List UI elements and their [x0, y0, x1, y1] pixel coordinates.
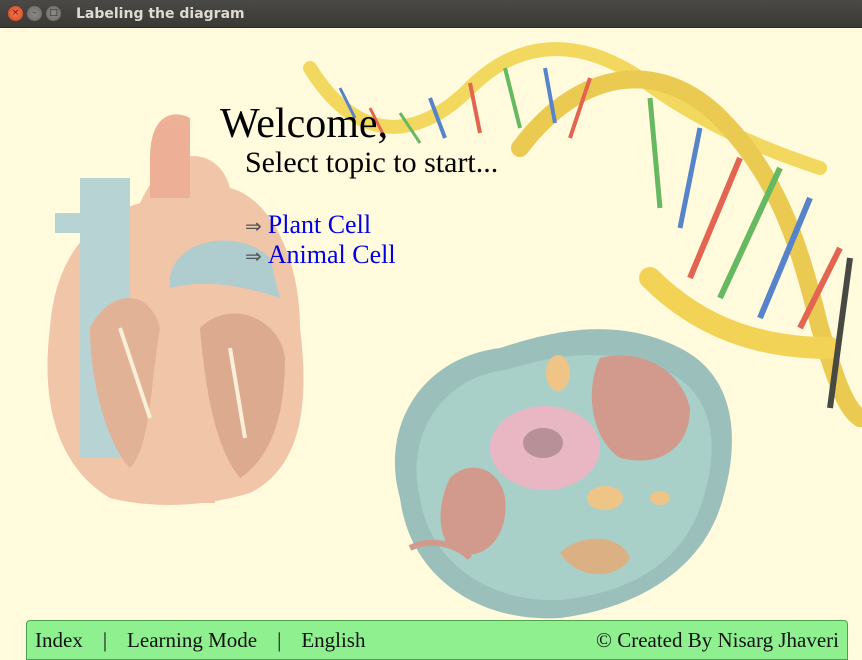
footer-separator: | [102, 627, 108, 652]
arrow-icon: ⇒ [245, 244, 262, 268]
minimize-window-button[interactable]: – [27, 6, 42, 21]
maximize-window-button[interactable]: □ [46, 6, 61, 21]
plant-cell-link[interactable]: Plant Cell [268, 210, 371, 240]
window-titlebar: × – □ Labeling the diagram [0, 0, 862, 28]
main-content: Welcome, Select topic to start... ⇒ Plan… [0, 28, 862, 660]
learning-mode-link[interactable]: Learning Mode [127, 628, 257, 653]
select-topic-subtitle: Select topic to start... [245, 146, 499, 179]
footer-bar: Index | Learning Mode | English © Create… [26, 620, 848, 660]
welcome-heading: Welcome, [220, 101, 389, 147]
index-link[interactable]: Index [35, 628, 83, 653]
maximize-icon: □ [49, 8, 58, 18]
minimize-icon: – [32, 8, 37, 18]
animal-cell-link[interactable]: Animal Cell [268, 240, 396, 270]
close-icon: × [11, 8, 20, 18]
topic-list: ⇒ Plant Cell ⇒ Animal Cell [245, 210, 396, 270]
footer-separator: | [277, 627, 282, 652]
background-art [47, 42, 862, 619]
footer-nav: Index | Learning Mode | English [35, 628, 365, 653]
topic-item-plant-cell: ⇒ Plant Cell [245, 210, 396, 240]
credit-text: © Created By Nisarg Jhaveri [595, 627, 839, 652]
arrow-icon: ⇒ [245, 214, 262, 238]
window-title: Labeling the diagram [76, 5, 245, 22]
topic-item-animal-cell: ⇒ Animal Cell [245, 240, 396, 270]
language-link[interactable]: English [301, 628, 365, 653]
animal-cell-illustration [394, 329, 732, 619]
close-window-button[interactable]: × [8, 6, 23, 21]
